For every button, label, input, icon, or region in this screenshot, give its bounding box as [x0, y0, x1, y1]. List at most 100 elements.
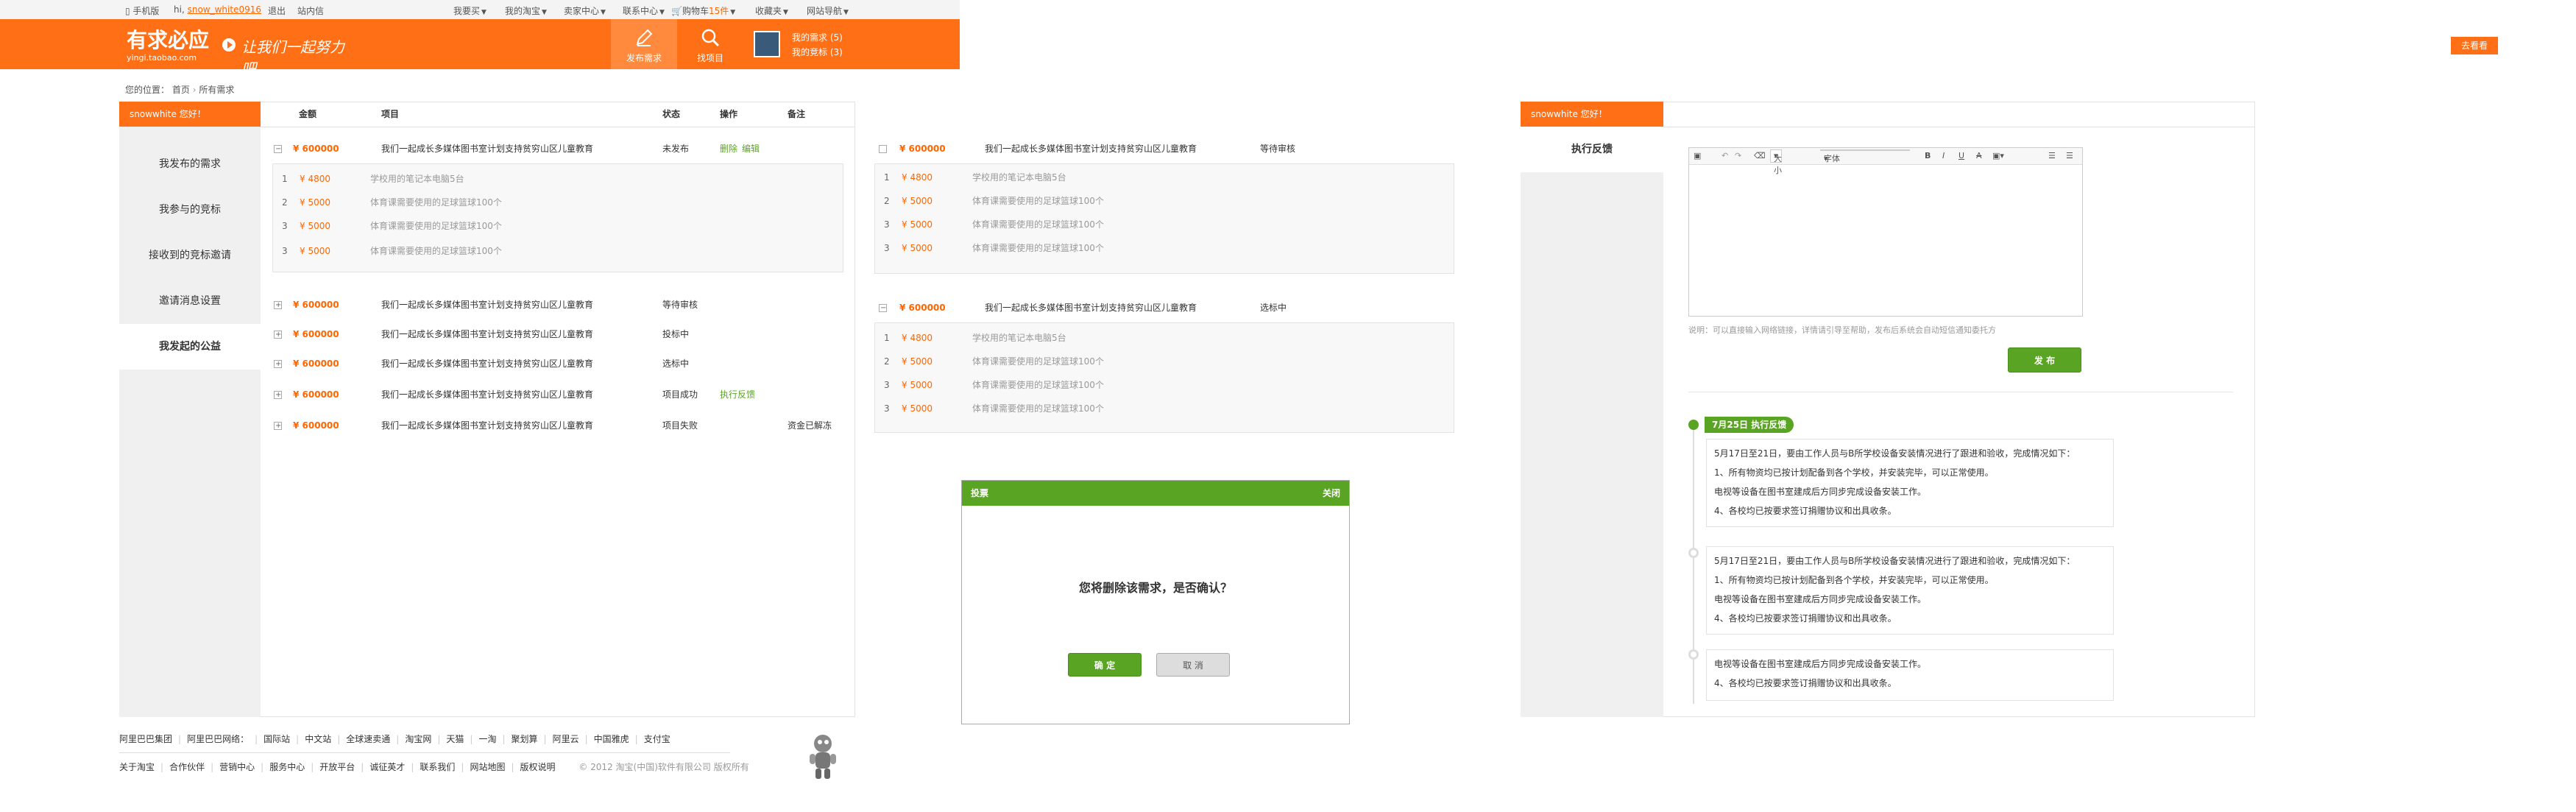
sidebar-item-bid-invitations[interactable]: 接收到的竞标邀请: [119, 233, 261, 278]
seller-center-menu[interactable]: 卖家中心 ▼: [564, 4, 606, 17]
footer-link[interactable]: 一淘: [478, 734, 496, 744]
my-taobao-menu[interactable]: 我的淘宝 ▼: [505, 4, 547, 17]
edit-link[interactable]: 编辑: [742, 134, 760, 163]
row-title[interactable]: 我们一起成长多媒体图书室计划支持贫穷山区儿童教育: [381, 349, 593, 378]
bold-button[interactable]: B: [1925, 151, 1931, 160]
publish-need-button[interactable]: 发布需求: [611, 19, 677, 69]
row-title[interactable]: 我们一起成长多媒体图书室计划支持贫穷山区儿童教育: [381, 290, 593, 319]
footer-link[interactable]: 支付宝: [644, 734, 670, 744]
dialog-header: 投票 关闭: [962, 481, 1349, 506]
font-size-select[interactable]: 大小 ▾: [1770, 149, 1782, 175]
sidebar-item-my-needs[interactable]: 我发布的需求: [119, 141, 261, 187]
row-title[interactable]: 我们一起成长多媒体图书室计划支持贫穷山区儿童教育: [381, 319, 593, 349]
sidebar-item-feedback[interactable]: 执行反馈: [1521, 127, 1663, 172]
delete-link[interactable]: 删除: [720, 134, 737, 163]
footer-link[interactable]: 天猫: [446, 734, 464, 744]
collapse-toggle[interactable]: [274, 135, 282, 164]
footer-link[interactable]: 阿里云: [553, 734, 579, 744]
buy-menu[interactable]: 我要买 ▼: [453, 4, 486, 17]
footer-link[interactable]: 合作伙伴: [169, 762, 205, 772]
cancel-button[interactable]: 取 消: [1156, 653, 1230, 677]
username-link[interactable]: snow_white0916: [188, 4, 261, 15]
footer-link[interactable]: 阿里巴巴集团: [119, 734, 172, 744]
undo-icon[interactable]: ↶: [1722, 151, 1728, 160]
mobile-link[interactable]: ▯ 手机版: [125, 4, 159, 17]
footer-link[interactable]: 诚征英才: [369, 762, 405, 772]
footer-link[interactable]: 全球速卖通: [346, 734, 390, 744]
footer-link[interactable]: 营销中心: [219, 762, 255, 772]
footer-link[interactable]: 联系我们: [420, 762, 455, 772]
row-title[interactable]: 我们一起成长多媒体图书室计划支持贫穷山区儿童教育: [381, 411, 593, 440]
feedback-sidebar: snowwhite 您好！ 执行反馈: [1521, 102, 1663, 717]
avatar[interactable]: [754, 31, 780, 57]
expand-toggle[interactable]: [274, 381, 282, 410]
sub-items-box: 1 ¥ 4800 学校用的笔记本电脑5台 2 ¥ 5000 体育课需要使用的足球篮球10…: [874, 163, 1454, 274]
table-row[interactable]: ¥ 600000 我们一起成长多媒体图书室计划支持贫穷山区儿童教育 等待审核: [261, 290, 855, 320]
expand-toggle[interactable]: [274, 350, 282, 379]
table-row[interactable]: ¥ 600000 我们一起成长多媒体图书室计划支持贫穷山区儿童教育 投标中: [261, 319, 855, 350]
favorites-menu[interactable]: 收藏夹 ▼: [755, 4, 788, 17]
footer-link[interactable]: 聚划算: [512, 734, 538, 744]
logo[interactable]: 有求必应: [127, 29, 209, 52]
slogan-text: 让我们一起努力吧: [241, 38, 344, 77]
confirm-button[interactable]: 确 定: [1068, 653, 1142, 677]
table-row[interactable]: ¥ 600000 我们一起成长多媒体图书室计划支持贫穷山区儿童教育 选标中: [261, 349, 855, 379]
logout-link[interactable]: 退出: [268, 4, 286, 17]
breadcrumb-home-link[interactable]: 首页: [172, 85, 190, 95]
collapse-toggle[interactable]: [879, 294, 887, 323]
list-item: 1 ¥ 4800 学校用的笔记本电脑5台: [282, 174, 464, 184]
row-title[interactable]: 我们一起成长多媒体图书室计划支持贫穷山区儿童教育: [985, 134, 1197, 163]
sidebar-item-invite-settings[interactable]: 邀请消息设置: [119, 278, 261, 324]
go-see-button[interactable]: 去看看: [2451, 37, 2498, 54]
messages-link[interactable]: 站内信: [297, 4, 324, 17]
footer-link[interactable]: 服务中心: [269, 762, 305, 772]
footer-link[interactable]: 版权说明: [520, 762, 556, 772]
sidebar-item-my-charity[interactable]: 我发起的公益: [119, 324, 261, 370]
expand-toggle[interactable]: [274, 320, 282, 350]
strikethrough-button[interactable]: A: [1976, 151, 1982, 160]
eraser-icon[interactable]: ⌫: [1754, 151, 1766, 160]
row-amount: ¥ 600000: [899, 303, 946, 313]
footer-link[interactable]: 国际站: [263, 734, 290, 744]
table-row[interactable]: ¥ 600000 我们一起成长多媒体图书室计划支持贫穷山区儿童教育 项目失败 资…: [261, 411, 855, 441]
service-center-menu[interactable]: 联系中心 ▼: [623, 4, 665, 17]
my-needs-link[interactable]: 我的需求 (5): [792, 31, 843, 43]
my-bids-link[interactable]: 我的竞标 (3): [792, 46, 843, 58]
unordered-list-icon[interactable]: ☰: [2066, 151, 2073, 160]
sidebar-item-my-bids[interactable]: 我参与的竞标: [119, 187, 261, 233]
row-checkbox[interactable]: [879, 145, 887, 153]
dialog-close-button[interactable]: 关闭: [1323, 481, 1342, 506]
footer-link[interactable]: 淘宝网: [405, 734, 431, 744]
underline-button[interactable]: U: [1958, 151, 1964, 160]
publish-button[interactable]: 发 布: [2008, 347, 2081, 373]
footer-link[interactable]: 中文站: [305, 734, 331, 744]
table-row[interactable]: ¥ 600000 我们一起成长多媒体图书室计划支持贫穷山区儿童教育 选标中: [874, 293, 1463, 323]
site-nav-menu[interactable]: 网站导航 ▼: [807, 4, 849, 17]
font-family-select[interactable]: 字体 ▾: [1820, 149, 1910, 163]
footer-link[interactable]: 关于淘宝: [119, 762, 155, 772]
image-icon[interactable]: ▣: [1694, 151, 1701, 160]
redo-icon[interactable]: ↷: [1735, 151, 1741, 160]
footer-link[interactable]: 开放平台: [319, 762, 355, 772]
footer-separator: |: [210, 762, 214, 772]
feedback-link[interactable]: 执行反馈: [720, 380, 755, 409]
footer-link[interactable]: 网站地图: [470, 762, 505, 772]
row-title[interactable]: 我们一起成长多媒体图书室计划支持贫穷山区儿童教育: [381, 380, 593, 409]
cart-link[interactable]: 🛒购物车15件 ▼: [671, 4, 735, 17]
table-row[interactable]: ¥ 600000 我们一起成长多媒体图书室计划支持贫穷山区儿童教育 未发布 删除…: [261, 134, 855, 164]
play-icon[interactable]: [222, 38, 236, 52]
ordered-list-icon[interactable]: ☰: [2048, 151, 2056, 160]
table-row[interactable]: ¥ 600000 我们一起成长多媒体图书室计划支持贫穷山区儿童教育 等待审核: [874, 134, 1463, 163]
footer-link[interactable]: 中国雅虎: [594, 734, 629, 744]
italic-button[interactable]: I: [1942, 151, 1945, 160]
feedback-line: 4、各校均已按要求签订捐赠协议和出具收条。: [1714, 506, 1897, 516]
row-title[interactable]: 我们一起成长多媒体图书室计划支持贫穷山区儿童教育: [985, 293, 1197, 322]
rich-text-editor[interactable]: ▣ ↶ ↷ ⌫ 大小 ▾ 字体 ▾ B I U A ▣▾ ☰ ☰: [1688, 147, 2083, 317]
expand-toggle[interactable]: [274, 291, 282, 320]
expand-toggle[interactable]: [274, 412, 282, 441]
row-title[interactable]: 我们一起成长多媒体图书室计划支持贫穷山区儿童教育: [381, 134, 593, 163]
font-color-icon[interactable]: ▣▾: [1992, 151, 2004, 160]
footer-links-list: 关于淘宝 | 合作伙伴 | 营销中心 | 服务中心 | 开放平台 | 诚征英才 | 联系我们 | 网站地图 |…: [119, 762, 556, 772]
table-row[interactable]: ¥ 600000 我们一起成长多媒体图书室计划支持贫穷山区儿童教育 项目成功 执…: [261, 380, 855, 410]
find-project-button[interactable]: 找项目: [677, 19, 743, 69]
